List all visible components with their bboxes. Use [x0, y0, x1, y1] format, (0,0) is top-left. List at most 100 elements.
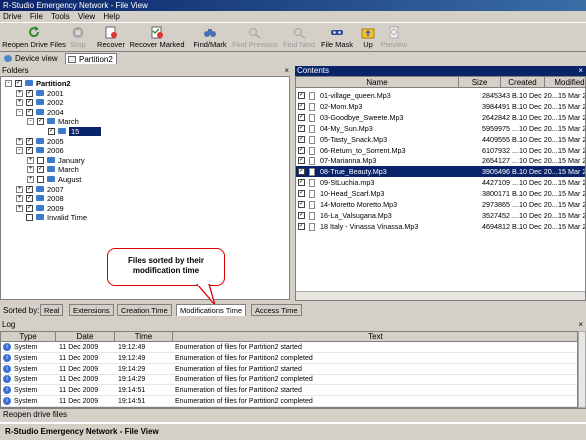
column-modified[interactable]: Modified: [545, 77, 585, 88]
contents-close-icon[interactable]: ×: [578, 66, 583, 76]
expand-icon[interactable]: +: [16, 137, 23, 145]
file-checkbox[interactable]: ✓: [298, 146, 305, 154]
column-size[interactable]: Size: [459, 77, 501, 88]
file-row[interactable]: ✓ 18 Italy - Vinassa Vinassa.Mp3 4694812 B…: [296, 221, 585, 232]
file-row[interactable]: ✓ 02-Mom.Mp3 3984491 B... 10 Dec 20... 15 Ma…: [296, 101, 585, 112]
tree-node[interactable]: + ✓ March: [1, 165, 289, 174]
log-row[interactable]: i System 11 Dec 2009 19:12:49 Enumeration of…: [1, 353, 577, 364]
expand-icon[interactable]: +: [16, 195, 23, 203]
file-row[interactable]: ✓ 08-True_Beauty.Mp3 3905496 B... 10 Dec 20…: [296, 166, 585, 178]
sort-real[interactable]: Real: [40, 304, 64, 316]
file-checkbox[interactable]: ✓: [298, 211, 305, 219]
expand-icon[interactable]: -: [16, 108, 23, 116]
file-checkbox[interactable]: ✓: [298, 222, 305, 230]
sort-access-time[interactable]: Access Time: [251, 304, 302, 316]
log-column-text[interactable]: Text: [173, 332, 577, 342]
file-row[interactable]: ✓ 10-Head_Scarf.Mp3 3800171 B... 10 Dec 20.…: [296, 188, 585, 199]
column-name[interactable]: Name: [296, 77, 459, 88]
tree-checkbox[interactable]: ✓: [26, 137, 33, 145]
log-column-type[interactable]: Type: [1, 332, 56, 342]
log-row[interactable]: i System 11 Dec 2009 19:12:49 Enumeration of…: [1, 343, 577, 353]
tree-node[interactable]: + January: [1, 156, 289, 165]
tree-checkbox[interactable]: ✓: [26, 147, 33, 155]
tree-node[interactable]: ✓ 15: [1, 127, 289, 136]
contents-horizontal-scrollbar[interactable]: [296, 291, 585, 300]
tree-node[interactable]: - ✓ 2006: [1, 146, 289, 155]
tree-checkbox[interactable]: ✓: [37, 118, 44, 126]
file-row[interactable]: ✓ 04-My_Sun.Mp3 5959975 ... 10 Dec 20... 15 …: [296, 123, 585, 134]
log-row[interactable]: i System 11 Dec 2009 19:14:29 Enumeration of…: [1, 364, 577, 375]
tree-checkbox[interactable]: ✓: [26, 185, 33, 193]
column-created[interactable]: Created: [501, 77, 545, 88]
tree-checkbox[interactable]: ✓: [26, 204, 33, 212]
expand-icon[interactable]: +: [16, 99, 23, 107]
find-previous-button[interactable]: Find Previous: [231, 24, 279, 52]
tree-checkbox[interactable]: ✓: [48, 128, 55, 135]
tree-checkbox[interactable]: [37, 176, 44, 183]
file-row[interactable]: ✓ 05-Tasty_Snack.Mp3 4409555 B... 10 Dec 20…: [296, 134, 585, 145]
tree-node[interactable]: + ✓ 2002: [1, 98, 289, 107]
file-checkbox[interactable]: ✓: [298, 190, 305, 198]
log-close-icon[interactable]: ×: [578, 320, 583, 330]
expand-icon[interactable]: +: [27, 166, 34, 174]
tab-partition2[interactable]: Partition2: [65, 53, 117, 64]
log-row[interactable]: i System 11 Dec 2009 19:14:29 Enumeration of…: [1, 375, 577, 386]
recover-marked-button[interactable]: Recover Marked: [129, 24, 185, 52]
preview-button[interactable]: Preview: [380, 24, 408, 52]
file-checkbox[interactable]: ✓: [298, 102, 305, 110]
recover-button[interactable]: Recover: [94, 24, 128, 52]
tree-checkbox[interactable]: ✓: [26, 195, 33, 203]
find-mark-button[interactable]: Find/Mark: [192, 24, 228, 52]
sort-extensions[interactable]: Extensions: [69, 304, 114, 316]
log-column-time[interactable]: Time: [115, 332, 173, 342]
expand-icon[interactable]: +: [16, 185, 23, 193]
tree-node[interactable]: Invalid Time: [1, 213, 289, 222]
file-checkbox[interactable]: ✓: [298, 92, 305, 99]
tree-checkbox[interactable]: ✓: [37, 166, 44, 174]
file-row[interactable]: ✓ 16-La_Valsugana.Mp3 3527452 ... 10 Dec 20…: [296, 210, 585, 221]
tree-checkbox[interactable]: [37, 156, 44, 164]
tree-checkbox[interactable]: ✓: [26, 99, 33, 107]
up-button[interactable]: Up: [360, 24, 376, 52]
menu-view[interactable]: View: [75, 11, 98, 22]
file-checkbox[interactable]: ✓: [298, 157, 305, 165]
find-next-button[interactable]: Find Next: [282, 24, 316, 52]
expand-icon[interactable]: -: [5, 80, 12, 87]
tree-checkbox[interactable]: ✓: [26, 89, 33, 97]
stop-button[interactable]: Stop: [67, 24, 89, 52]
file-row[interactable]: ✓ 07-Marianna.Mp3 2654127 ... 10 Dec 20... 1…: [296, 155, 585, 166]
folders-close-icon[interactable]: ×: [284, 66, 289, 76]
menu-help[interactable]: Help: [100, 11, 122, 22]
log-row[interactable]: i System 11 Dec 2009 19:14:51 Enumeration of…: [1, 397, 577, 407]
expand-icon[interactable]: +: [16, 89, 23, 97]
menu-drive[interactable]: Drive: [0, 11, 25, 22]
file-row[interactable]: ✓ 06-Return_to_Sorrent.Mp3 6107932 ... 10 D…: [296, 145, 585, 156]
tree-node[interactable]: + ✓ 2009: [1, 204, 289, 213]
file-row[interactable]: ✓ 09-StLuchia.mp3 4427109 ... 10 Dec 20... 1…: [296, 177, 585, 188]
file-checkbox[interactable]: ✓: [298, 168, 305, 176]
tree-checkbox[interactable]: [26, 214, 33, 222]
tree-node[interactable]: - ✓ Partition2: [1, 79, 289, 88]
log-row[interactable]: i System 11 Dec 2009 19:14:51 Enumeration of…: [1, 386, 577, 397]
file-row[interactable]: ✓ 03-Goodbye_Sweete.Mp3 2642842 B... 10 Dec…: [296, 112, 585, 123]
reopen-drive-files-button[interactable]: Reopen Drive Files: [2, 24, 66, 52]
file-checkbox[interactable]: ✓: [298, 124, 305, 132]
file-checkbox[interactable]: ✓: [298, 135, 305, 143]
file-row[interactable]: ✓ 01-village_queen.Mp3 2845343 B... 10 Dec …: [296, 90, 585, 101]
tree-node[interactable]: - ✓ 2004: [1, 108, 289, 117]
tree-node[interactable]: + ✓ 2005: [1, 137, 289, 146]
menu-tools[interactable]: Tools: [48, 11, 73, 22]
file-mask-button[interactable]: File Mask: [319, 24, 355, 52]
file-checkbox[interactable]: ✓: [298, 201, 305, 208]
tree-node[interactable]: + ✓ 2007: [1, 185, 289, 194]
log-vertical-scrollbar[interactable]: [578, 331, 586, 408]
tab-device-view[interactable]: Device view: [2, 53, 61, 64]
expand-icon[interactable]: -: [16, 147, 23, 155]
expand-icon[interactable]: -: [27, 118, 34, 126]
expand-icon[interactable]: +: [16, 204, 23, 212]
expand-icon[interactable]: +: [27, 176, 34, 183]
tree-node[interactable]: + August: [1, 175, 289, 184]
tree-checkbox[interactable]: ✓: [26, 108, 33, 116]
sort-modifications-time[interactable]: Modifications Time: [176, 304, 247, 316]
log-column-date[interactable]: Date: [56, 332, 115, 342]
